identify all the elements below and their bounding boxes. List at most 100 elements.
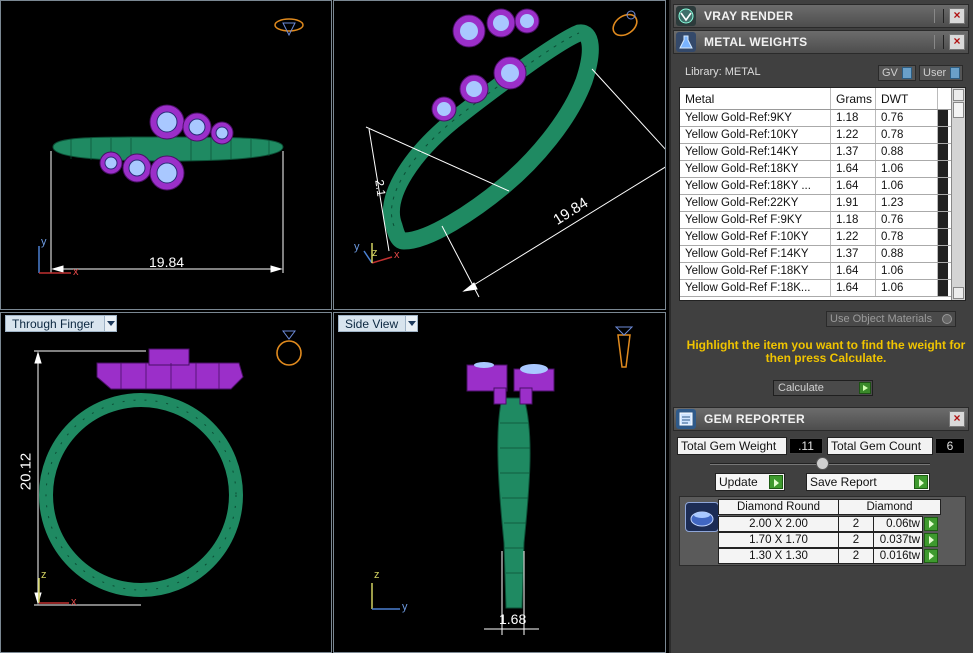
axis-label-x: x [394,249,400,261]
gv-toggle[interactable]: GV [878,65,916,81]
table-row[interactable]: Yellow Gold-Ref F:9KY 1.18 0.76 [680,212,965,229]
column-header-grams[interactable]: Grams [831,88,876,109]
metal-name-cell: Yellow Gold-Ref:14KY [680,144,831,160]
gem-weight-cell: 0.06tw [873,516,923,532]
vray-render-header[interactable]: VRAY RENDER × [673,4,969,28]
table-row[interactable]: Yellow Gold-Ref:18KY ... 1.64 1.06 [680,178,965,195]
dimension-label: 19.84 [149,254,185,270]
play-icon[interactable] [924,549,938,563]
ring-view-icon [274,18,304,37]
metal-name-cell: Yellow Gold-Ref F:10KY [680,229,831,245]
table-row[interactable]: Yellow Gold-Ref F:18K... 1.64 1.06 [680,280,965,297]
grip-handle[interactable] [934,9,944,23]
grams-cell: 1.22 [831,127,876,143]
row-filler [938,178,948,194]
save-report-button[interactable]: Save Report [806,473,930,491]
table-row[interactable]: Yellow Gold-Ref F:18KY 1.64 1.06 [680,263,965,280]
viewport-top[interactable]: 19.84 y x [0,0,332,310]
vray-icon [676,6,696,26]
play-icon[interactable] [924,517,938,531]
table-row[interactable]: Yellow Gold-Ref:9KY 1.18 0.76 [680,110,965,127]
row-filler [938,280,948,296]
table-row[interactable]: Yellow Gold-Ref F:10KY 1.22 0.78 [680,229,965,246]
grams-cell: 1.64 [831,161,876,177]
play-icon [859,382,871,394]
table-scrollbar[interactable] [951,88,965,300]
calculate-button[interactable]: Calculate [773,380,873,396]
user-toggle[interactable]: User [919,65,963,81]
row-filler [938,195,948,211]
axis-label-y: y [41,236,47,248]
metal-weights-header[interactable]: METAL WEIGHTS × [673,30,969,54]
column-header-dwt[interactable]: DWT [876,88,938,109]
dwt-cell: 1.23 [876,195,938,211]
axis-indicator-side [371,583,400,610]
play-icon[interactable] [924,533,938,547]
dwt-cell: 1.06 [876,280,938,296]
grams-cell: 1.64 [831,280,876,296]
close-icon[interactable]: × [949,411,965,427]
metal-name-cell: Yellow Gold-Ref F:18K... [680,280,831,296]
update-label: Update [719,475,758,489]
calculate-instructions: Highlight the item you want to find the … [686,338,966,365]
dwt-cell: 1.06 [876,263,938,279]
grip-handle[interactable] [934,35,944,49]
grams-cell: 1.22 [831,229,876,245]
metal-name-cell: Yellow Gold-Ref:9KY [680,110,831,126]
viewport-perspective-canvas [363,8,665,298]
dwt-cell: 0.88 [876,144,938,160]
viewport-side-view[interactable]: Side View 1.68 z y [333,312,666,653]
play-icon [769,475,783,489]
scroll-thumb[interactable] [953,102,964,118]
update-button[interactable]: Update [715,473,785,491]
grams-cell: 1.91 [831,195,876,211]
total-gem-weight-value: .11 [789,438,823,454]
gem-count-cell: 2 [838,548,874,564]
dwt-cell: 1.06 [876,178,938,194]
row-filler [938,229,948,245]
report-slider[interactable] [710,457,930,470]
dwt-cell: 1.06 [876,161,938,177]
use-object-materials-toggle[interactable]: Use Object Materials [826,311,956,327]
chevron-down-icon[interactable] [104,316,116,331]
column-header-metal[interactable]: Metal [680,88,831,109]
metal-weights-table[interactable]: Metal Grams DWT Yellow Gold-Ref:9KY 1.18 0… [679,87,966,301]
table-row[interactable]: Yellow Gold-Ref:18KY 1.64 1.06 [680,161,965,178]
close-icon[interactable]: × [949,34,965,50]
gem-cluster-upper [452,8,540,48]
ring-view-icon [276,330,302,366]
table-row[interactable]: Yellow Gold-Ref:22KY 1.91 1.23 [680,195,965,212]
toggle-indicator [901,67,912,79]
play-icon [914,475,928,489]
gem-cluster-lower [99,151,185,191]
table-body: Yellow Gold-Ref:9KY 1.18 0.76 Yellow Gold-R… [680,110,965,297]
dimension-label: 1.68 [499,611,527,627]
tab-through-finger[interactable]: Through Finger [5,315,117,332]
slider-thumb[interactable] [816,457,829,470]
calculate-label: Calculate [778,382,824,394]
dwt-cell: 0.78 [876,229,938,245]
gem-reporter-header[interactable]: GEM REPORTER × [673,407,969,431]
table-row[interactable]: Yellow Gold-Ref F:14KY 1.37 0.88 [680,246,965,263]
scroll-down-icon[interactable] [953,287,964,299]
tab-side-view[interactable]: Side View [338,315,418,332]
chevron-down-icon[interactable] [405,316,417,331]
viewport-through-finger-canvas [34,330,302,606]
table-header: Metal Grams DWT [680,88,965,110]
close-icon[interactable]: × [949,8,965,24]
save-report-label: Save Report [810,475,877,489]
table-row[interactable]: Yellow Gold-Ref:10KY 1.22 0.78 [680,127,965,144]
user-label: User [923,67,947,79]
radio-icon[interactable] [942,314,952,324]
viewport-through-finger[interactable]: Through Finger 20.12 z x [0,312,332,653]
gem-count-cell: 2 [838,516,874,532]
metal-name-cell: Yellow Gold-Ref:22KY [680,195,831,211]
table-row[interactable]: Yellow Gold-Ref:14KY 1.37 0.88 [680,144,965,161]
grams-cell: 1.18 [831,212,876,228]
row-filler [938,144,948,160]
scroll-up-icon[interactable] [953,89,964,101]
viewport-perspective[interactable]: 19.84 2.1 y z x [333,0,666,310]
report-icon [676,409,696,429]
row-filler [938,110,948,126]
grams-cell: 1.64 [831,178,876,194]
